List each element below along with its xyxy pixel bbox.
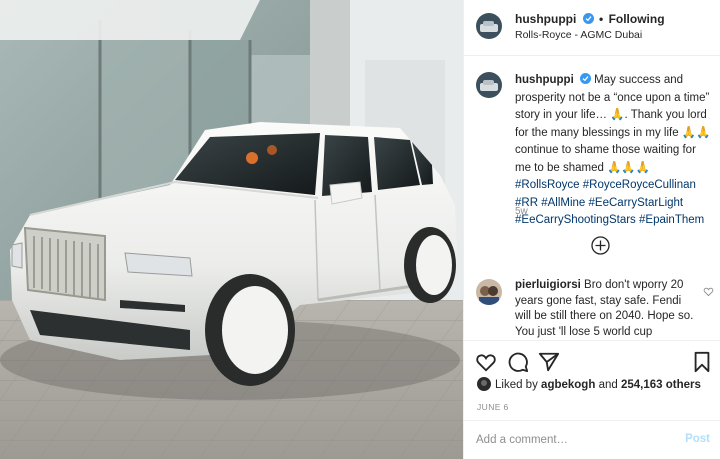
likes-summary: Liked by agbekogh and 254,163 others <box>477 377 701 391</box>
likes-count[interactable]: 254,163 others <box>621 379 701 391</box>
following-button[interactable]: Following <box>609 12 665 26</box>
header-username[interactable]: hushpuppi <box>515 12 576 26</box>
comment-icon[interactable] <box>507 351 529 373</box>
likes-middle: and <box>598 379 618 391</box>
avatar[interactable] <box>476 72 502 98</box>
post-side-panel: hushpuppi • Following Rolls-Royce - AGMC… <box>463 0 720 459</box>
verified-icon <box>579 73 591 84</box>
hashtag-link[interactable]: #EpainThem <box>639 214 704 226</box>
caption-age: 5w <box>515 206 528 217</box>
avatar[interactable] <box>477 377 491 391</box>
hashtag-link[interactable]: #EeCarryShootingStars <box>515 214 636 226</box>
load-more-icon[interactable] <box>591 236 610 255</box>
header-username-row: hushpuppi • Following <box>515 12 665 26</box>
likes-user[interactable]: agbekogh <box>541 379 595 391</box>
add-comment-bar: Post <box>464 420 720 459</box>
avatar[interactable] <box>476 279 502 305</box>
hashtag-link[interactable]: #RoyceRoyceCullinan <box>583 179 696 191</box>
white-suv-photo <box>0 0 463 459</box>
caption-body: May success and prosperity not be a “onc… <box>515 74 711 174</box>
caption-username[interactable]: hushpuppi <box>515 74 574 86</box>
bookmark-icon[interactable] <box>691 351 713 373</box>
post-date: JUNE 6 <box>477 402 509 412</box>
share-icon[interactable] <box>538 351 560 373</box>
avatar[interactable] <box>476 13 502 39</box>
location-link[interactable]: Rolls-Royce - AGMC Dubai <box>515 29 642 41</box>
comment-text: pierluigiorsi Bro don't wporry 20 years … <box>515 278 695 340</box>
comment-input[interactable] <box>476 431 666 449</box>
comment-username[interactable]: pierluigiorsi <box>515 279 581 291</box>
instagram-post: hushpuppi • Following Rolls-Royce - AGMC… <box>0 0 720 459</box>
hashtag-link[interactable]: #EeCarryStarLight <box>589 197 684 209</box>
post-header: hushpuppi • Following Rolls-Royce - AGMC… <box>464 0 720 56</box>
post-button[interactable]: Post <box>685 433 710 445</box>
hashtag-link[interactable]: #AllMine <box>541 197 585 209</box>
heart-icon[interactable] <box>475 351 497 373</box>
separator-dot: • <box>599 12 604 26</box>
comment-like-icon[interactable] <box>703 286 714 297</box>
verified-icon <box>582 13 594 24</box>
likes-prefix: Liked by <box>495 379 538 391</box>
caption-text: hushpuppi May success and prosperity not… <box>515 72 711 230</box>
post-photo[interactable] <box>0 0 463 459</box>
hashtag-link[interactable]: #RollsRoyce <box>515 179 580 191</box>
